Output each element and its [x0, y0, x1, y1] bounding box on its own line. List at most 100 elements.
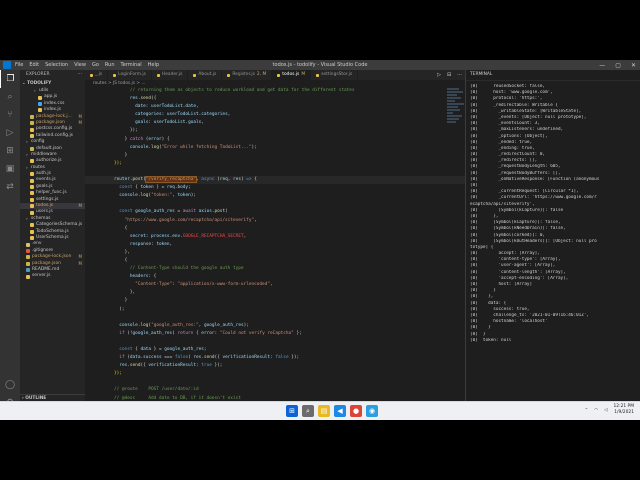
- menu-item-edit[interactable]: Edit: [29, 62, 39, 68]
- code-line: // Content-Type should the google auth t…: [85, 265, 465, 273]
- menu-item-file[interactable]: File: [15, 62, 23, 68]
- tab-loginform-js[interactable]: LoginForm.js: [108, 70, 152, 80]
- more-actions-icon[interactable]: ···: [457, 72, 462, 78]
- tab-settingsstor-js[interactable]: settingsStor.js: [311, 70, 359, 80]
- explorer-more-actions-icon[interactable]: ···: [78, 70, 82, 80]
- volume-icon[interactable]: ◁: [604, 408, 607, 413]
- title-bar: File Edit Selection View Go Run Terminal Help t…: [0, 60, 640, 70]
- folder-icon: ›: [34, 89, 36, 95]
- chrome-icon[interactable]: ●: [350, 405, 362, 417]
- tab-header-js[interactable]: Header.js: [152, 70, 189, 80]
- terminal-line: [0] token: null: [470, 337, 512, 343]
- code-line: );: [85, 306, 465, 314]
- code-text: },: [114, 249, 130, 255]
- js-file-icon: [30, 236, 34, 241]
- js-file-icon: [113, 73, 117, 77]
- code-line: const { data } = google_auth_res;: [85, 346, 465, 354]
- account-icon[interactable]: ◯: [0, 376, 20, 394]
- code-text: res.send({ verificationResult: true });: [119, 363, 223, 369]
- editor-actions: ▷ ⊟ ···: [420, 70, 465, 80]
- system-tray: ⌃ ◠ ◁ 12:21 PM 1/9/2021: [585, 404, 634, 416]
- code-text: );: [114, 306, 125, 312]
- json-file-icon: [30, 146, 34, 151]
- code-text: console.log("google_auth_res:", google_a…: [119, 322, 249, 328]
- tab-label: todos.js: [282, 72, 300, 77]
- js-file-icon: [156, 73, 160, 77]
- extensions-icon[interactable]: ⊞: [0, 142, 20, 160]
- tab-label: About.js: [198, 72, 217, 77]
- run-icon[interactable]: ▷: [437, 72, 441, 78]
- menu-item-selection[interactable]: Selection: [45, 62, 68, 68]
- code-text: }: [114, 298, 128, 304]
- js-file-icon: [30, 133, 34, 138]
- terminal-tab[interactable]: TERMINAL: [466, 70, 640, 81]
- search-icon[interactable]: ⌕: [0, 88, 20, 106]
- minimap[interactable]: [445, 87, 465, 197]
- tab-label: _.js: [95, 72, 103, 77]
- menu-item-run[interactable]: Run: [105, 62, 115, 68]
- live-share-icon[interactable]: ⇄: [0, 178, 20, 196]
- menu-item-view[interactable]: View: [74, 62, 86, 68]
- code-editor[interactable]: // returning them as objects to reduce w…: [85, 87, 465, 412]
- code-line: if (data.success === false) res.send({ v…: [85, 354, 465, 362]
- tab-register-js[interactable]: Register.js 2, M: [222, 70, 273, 80]
- edge-icon[interactable]: ◉: [366, 405, 378, 417]
- folder-icon: ›: [26, 140, 28, 146]
- code-line: goals: userTodoList.goals,: [85, 119, 465, 127]
- explorer-icon[interactable]: ❐: [0, 70, 20, 88]
- menu-item-terminal[interactable]: Terminal: [121, 62, 142, 68]
- menu-item-go[interactable]: Go: [92, 62, 99, 68]
- wifi-icon[interactable]: ◠: [594, 408, 598, 413]
- tab-modified-badge: M: [301, 72, 306, 77]
- json-file-icon: [30, 114, 34, 119]
- tab-todos-js[interactable]: todos.js M: [272, 70, 312, 80]
- code-line: });: [85, 370, 465, 378]
- code-line: },: [85, 289, 465, 297]
- code-line: res.send({: [85, 95, 465, 103]
- code-line: // @route POST /user/date/:id: [85, 386, 465, 394]
- maximize-button[interactable]: ▢: [615, 62, 621, 69]
- project-section[interactable]: ⌄ TODOLIFY: [20, 80, 85, 88]
- js-file-icon: [30, 185, 34, 190]
- tab-label: Register.js: [232, 72, 255, 77]
- code-text: categories: userTodoList.categories,: [135, 112, 231, 118]
- remote-explorer-icon[interactable]: ▣: [0, 160, 20, 178]
- minimize-button[interactable]: —: [599, 62, 605, 69]
- terminal-output[interactable]: [0] reusedSocket: false, [0] host: 'www.g…: [466, 81, 640, 347]
- breadcrumb[interactable]: routes > JS todos.js > ...: [85, 80, 465, 87]
- file-explorer-icon[interactable]: ▤: [318, 405, 330, 417]
- explorer-title: EXPLORER: [26, 72, 50, 77]
- code-text: if (!google_auth_res) return { error: "C…: [119, 330, 302, 336]
- js-file-icon: [30, 197, 34, 202]
- tab-about-js[interactable]: About.js: [188, 70, 223, 80]
- source-control-icon[interactable]: ⑂: [0, 106, 20, 124]
- code-line: console.log("token:", token);: [85, 192, 465, 200]
- code-text: router.post("/verify_recaptcha", async (…: [114, 176, 257, 184]
- clock[interactable]: 12:21 PM 1/9/2021: [614, 404, 635, 416]
- tab--js[interactable]: _.js: [85, 70, 109, 80]
- tab-label: settingsStor.js: [321, 72, 353, 77]
- explorer-sidebar: EXPLORER ··· ⌄ TODOLIFY › utils app.js inde…: [20, 70, 85, 412]
- code-text: "Content-Type": "application/x-www-form-…: [135, 282, 273, 288]
- code-text: date: userTodoList.date,: [135, 104, 199, 110]
- code-text: }: [114, 152, 128, 158]
- taskbar-apps: ⊞ ⌕ ▤ ◀ ● ◉: [286, 405, 378, 417]
- code-text: });: [114, 128, 138, 134]
- code-text: // returning them as objects to reduce w…: [129, 88, 355, 93]
- windows-start-icon[interactable]: ⊞: [286, 405, 298, 417]
- js-file-icon: [277, 73, 281, 77]
- code-line: }: [85, 297, 465, 305]
- close-button[interactable]: ✕: [631, 62, 636, 69]
- split-editor-icon[interactable]: ⊟: [447, 72, 451, 78]
- run-debug-icon[interactable]: ▷: [0, 124, 20, 142]
- tray-chevron-icon[interactable]: ⌃: [585, 408, 589, 413]
- code-line: date: userTodoList.date,: [85, 103, 465, 111]
- file-item[interactable]: server.js: [20, 273, 85, 279]
- search-icon[interactable]: ⌕: [302, 405, 314, 417]
- code-line: categories: userTodoList.categories,: [85, 111, 465, 119]
- code-text: console.log("token:", token);: [119, 193, 197, 199]
- git-file-icon: [26, 248, 30, 253]
- menu-item-help[interactable]: Help: [148, 62, 159, 68]
- vscode-icon[interactable]: ◀: [334, 405, 346, 417]
